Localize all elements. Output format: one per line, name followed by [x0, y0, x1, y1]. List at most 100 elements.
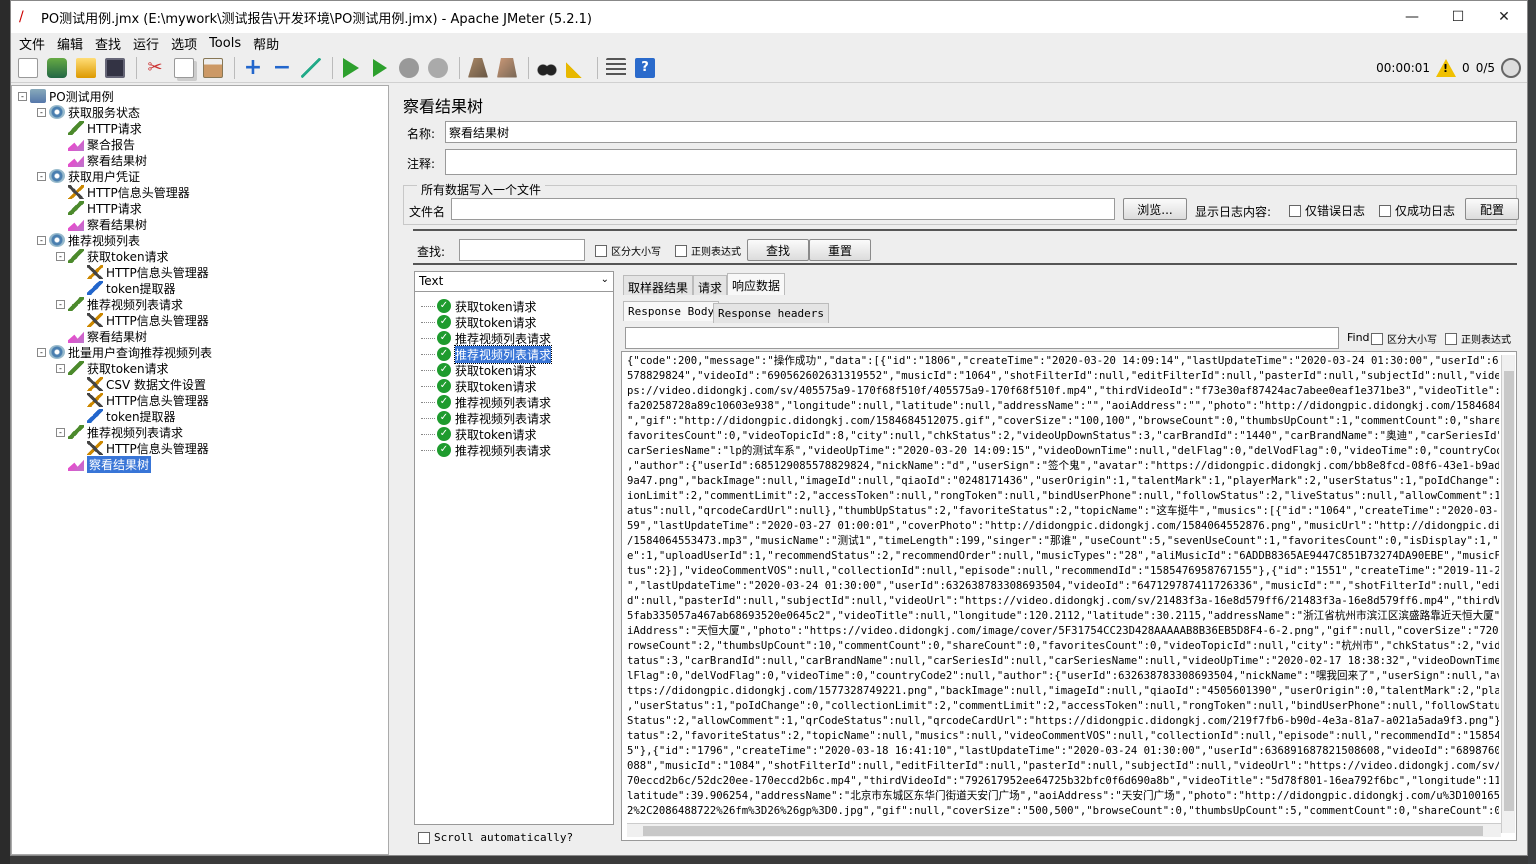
tree-node[interactable]: 察看结果树 — [56, 216, 147, 232]
search-button[interactable] — [534, 55, 560, 81]
response-find-input[interactable] — [625, 327, 1339, 349]
tree-node[interactable]: HTTP信息头管理器 — [75, 392, 209, 408]
tree-node[interactable]: - 推荐视频列表 — [37, 232, 140, 248]
name-field[interactable]: 察看结果树 — [445, 121, 1517, 143]
menu-file[interactable]: 文件 — [13, 34, 51, 53]
menu-edit[interactable]: 编辑 — [51, 34, 89, 53]
result-item[interactable]: ✓ 获取token请求 — [421, 298, 537, 314]
tree-node[interactable]: - 批量用户查询推荐视频列表 — [37, 344, 212, 360]
tree-node[interactable]: 察看结果树 — [56, 455, 152, 473]
tree-node[interactable]: - 获取token请求 — [56, 248, 169, 264]
stop-button[interactable] — [396, 55, 422, 81]
result-item[interactable]: ✓ 获取token请求 — [421, 314, 537, 330]
search-input[interactable] — [459, 239, 585, 261]
response-body-area[interactable]: {"code":200,"message":"操作成功","data":[{"i… — [621, 351, 1517, 841]
tree-node[interactable]: - 获取用户凭证 — [37, 168, 140, 184]
close-button[interactable]: ✕ — [1481, 1, 1527, 33]
tab-sampler-result[interactable]: 取样器结果 — [623, 275, 694, 295]
tree-node[interactable]: 聚合报告 — [56, 136, 135, 152]
results-list[interactable]: Text ⌄ ✓ 获取token请求 ✓ 获取token请求 ✓ 推荐视频列表请求 ✓ 推荐视频… — [414, 271, 614, 825]
menu-help[interactable]: 帮助 — [247, 34, 285, 53]
response-horizontal-scroll-thumb[interactable] — [643, 826, 1483, 836]
result-item[interactable]: ✓ 推荐视频列表请求 — [421, 410, 551, 426]
tree-node[interactable]: HTTP请求 — [56, 120, 142, 136]
clear-button[interactable] — [465, 55, 491, 81]
result-item[interactable]: ✓ 获取token请求 — [421, 426, 537, 442]
tree-node[interactable]: 察看结果树 — [56, 328, 147, 344]
tree-toggle-icon[interactable]: - — [37, 235, 46, 245]
shutdown-button[interactable] — [425, 55, 451, 81]
paste-button[interactable] — [200, 55, 226, 81]
collapse-button[interactable]: − — [269, 55, 295, 81]
browse-button[interactable]: 浏览... — [1123, 198, 1187, 220]
menu-options[interactable]: 选项 — [165, 34, 203, 53]
result-item[interactable]: ✓ 推荐视频列表请求 — [421, 442, 551, 458]
cut-button[interactable]: ✂ — [142, 55, 168, 81]
tree-node[interactable]: - PO测试用例 — [18, 88, 114, 104]
tree-node[interactable]: HTTP信息头管理器 — [56, 184, 190, 200]
tab-response-headers[interactable]: Response headers — [713, 303, 829, 323]
menu-tools[interactable]: Tools — [203, 36, 247, 51]
menu-search[interactable]: 查找 — [89, 34, 127, 53]
tree-toggle-icon[interactable]: - — [56, 251, 65, 261]
tree-node[interactable]: - 获取服务状态 — [37, 104, 140, 120]
test-plan-tree[interactable]: - PO测试用例 - 获取服务状态 HTTP请求 聚合报告 察看结果树 - 获取用户凭证 HTTP… — [11, 85, 389, 855]
warning-icon[interactable]: ! — [1436, 58, 1457, 77]
expand-button[interactable]: + — [240, 55, 266, 81]
filename-field[interactable] — [451, 198, 1115, 220]
tree-toggle-icon[interactable]: - — [56, 363, 65, 373]
tree-node[interactable]: 察看结果树 — [56, 152, 147, 168]
result-item[interactable]: ✓ 推荐视频列表请求 — [421, 330, 551, 346]
tree-toggle-icon[interactable]: - — [37, 107, 46, 117]
minimize-button[interactable]: — — [1389, 1, 1435, 33]
result-item[interactable]: ✓ 获取token请求 — [421, 362, 537, 378]
tab-response-body[interactable]: Response Body — [623, 301, 720, 321]
new-button[interactable] — [15, 55, 41, 81]
start-button[interactable] — [338, 55, 364, 81]
search-regex-checkbox[interactable]: 正则表达式 — [675, 243, 741, 258]
find-button[interactable]: 查找 — [747, 239, 809, 261]
clear-all-button[interactable] — [494, 55, 520, 81]
function-helper-button[interactable] — [603, 55, 629, 81]
tab-request[interactable]: 请求 — [693, 275, 728, 295]
tree-toggle-icon[interactable]: - — [56, 299, 65, 309]
open-button[interactable] — [73, 55, 99, 81]
toggle-button[interactable] — [298, 55, 324, 81]
start-no-pause-button[interactable] — [367, 55, 393, 81]
maximize-button[interactable]: ☐ — [1435, 1, 1481, 33]
tree-node[interactable]: - 推荐视频列表请求 — [56, 296, 183, 312]
tree-node[interactable]: HTTP信息头管理器 — [75, 440, 209, 456]
result-item[interactable]: ✓ 获取token请求 — [421, 378, 537, 394]
comment-field[interactable] — [445, 149, 1517, 175]
response-text[interactable]: {"code":200,"message":"操作成功","data":[{"i… — [627, 354, 1499, 824]
reset-search-button[interactable] — [563, 55, 589, 81]
tree-node[interactable]: token提取器 — [75, 280, 176, 296]
reset-button[interactable]: 重置 — [809, 239, 871, 261]
configure-button[interactable]: 配置 — [1465, 198, 1519, 220]
tree-node[interactable]: HTTP信息头管理器 — [75, 312, 209, 328]
save-button[interactable] — [102, 55, 128, 81]
success-only-checkbox[interactable]: 仅成功日志 — [1379, 202, 1455, 219]
tree-node[interactable]: token提取器 — [75, 408, 176, 424]
response-find-case-checkbox[interactable]: 区分大小写 — [1371, 331, 1437, 346]
tree-node[interactable]: - 推荐视频列表请求 — [56, 424, 183, 440]
tree-toggle-icon[interactable]: - — [37, 171, 46, 181]
tree-node[interactable]: HTTP请求 — [56, 200, 142, 216]
tree-node[interactable]: CSV 数据文件设置 — [75, 376, 206, 392]
result-item[interactable]: ✓ 推荐视频列表请求 — [421, 344, 553, 364]
templates-button[interactable] — [44, 55, 70, 81]
renderer-select[interactable]: Text ⌄ — [415, 272, 613, 292]
tree-node[interactable]: - 获取token请求 — [56, 360, 169, 376]
tree-toggle-icon[interactable]: - — [37, 347, 46, 357]
copy-button[interactable] — [171, 55, 197, 81]
scroll-automatically-checkbox[interactable]: Scroll automatically? — [418, 831, 573, 844]
response-horizontal-scrollbar[interactable] — [627, 823, 1501, 837]
response-find-regex-checkbox[interactable]: 正则表达式 — [1445, 331, 1511, 346]
tree-toggle-icon[interactable]: - — [56, 427, 65, 437]
tree-node[interactable]: HTTP信息头管理器 — [75, 264, 209, 280]
search-case-checkbox[interactable]: 区分大小写 — [595, 243, 661, 258]
tab-response-data[interactable]: 响应数据 — [727, 273, 786, 295]
errors-only-checkbox[interactable]: 仅错误日志 — [1289, 202, 1365, 219]
help-button[interactable]: ? — [632, 55, 658, 81]
menu-run[interactable]: 运行 — [127, 34, 165, 53]
